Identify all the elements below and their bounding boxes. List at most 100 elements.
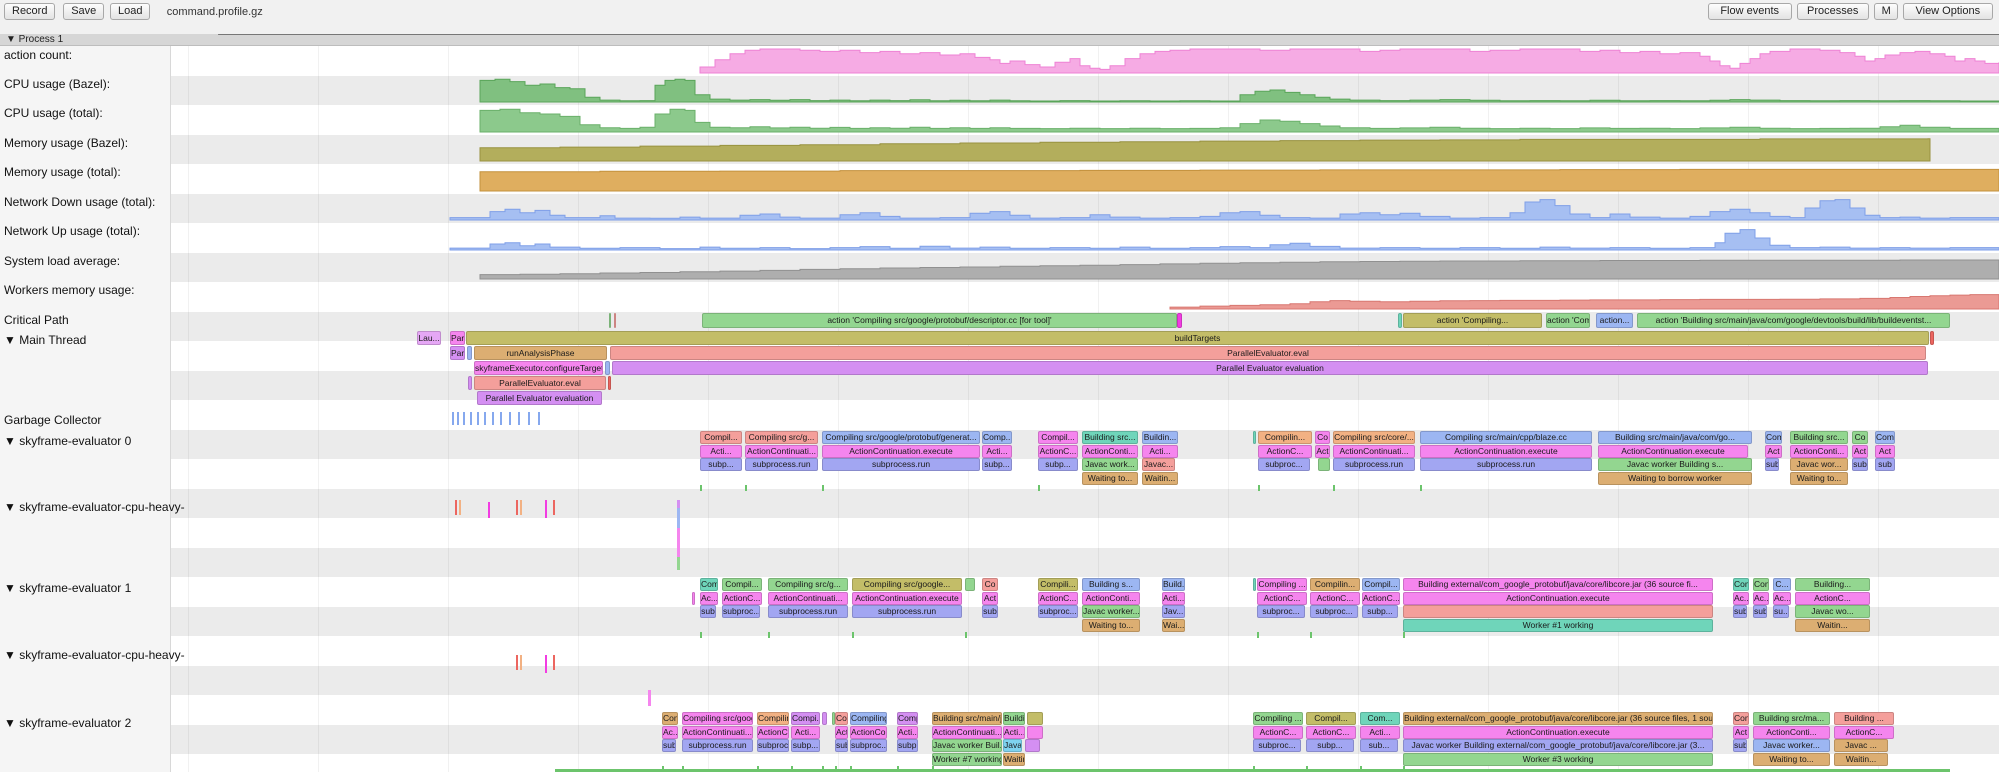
slice[interactable]: ActionContinuation.execute — [1403, 592, 1713, 605]
slice[interactable]: Compil... — [1306, 712, 1356, 725]
slice[interactable] — [1027, 712, 1043, 725]
event-mark[interactable] — [457, 412, 459, 425]
view-options-button[interactable]: View Options — [1903, 3, 1993, 20]
slice[interactable] — [1398, 313, 1402, 328]
load-button[interactable]: Load — [110, 3, 150, 20]
slice[interactable]: ActionC... — [1834, 726, 1894, 739]
slice[interactable]: sub — [1733, 605, 1747, 618]
counter-chart-sys_load[interactable] — [480, 260, 1999, 279]
event-mark[interactable] — [484, 412, 486, 425]
slice[interactable]: Com — [662, 712, 678, 725]
counter-charts[interactable] — [0, 46, 1999, 772]
slice[interactable]: Acti... — [1360, 726, 1400, 739]
counter-chart-action_count[interactable] — [700, 49, 1999, 73]
slice[interactable]: Javac worker Buil... — [932, 739, 1002, 752]
slice[interactable]: Compiling ... — [1253, 712, 1303, 725]
slice[interactable]: subprocess.run — [745, 458, 818, 471]
track-label[interactable]: ▼ skyframe-evaluator 1 — [4, 581, 131, 595]
slice[interactable]: ActionC... — [1795, 592, 1870, 605]
event-mark[interactable] — [520, 655, 522, 670]
slice[interactable]: Acti... — [1003, 726, 1025, 739]
slice[interactable]: Build... — [1162, 578, 1185, 591]
slice[interactable]: Javac worker... — [1082, 605, 1140, 618]
counter-chart-cpu_total[interactable] — [480, 109, 1999, 132]
slice[interactable]: Co — [982, 578, 998, 591]
counter-chart-net_down[interactable] — [450, 200, 1999, 220]
slice[interactable]: Compili... — [1038, 578, 1078, 591]
slice[interactable]: subprocess.run — [682, 739, 753, 752]
slice[interactable]: Parallel Evaluator evaluation — [612, 361, 1928, 375]
slice[interactable]: Waiting to... — [1082, 472, 1138, 485]
slice[interactable]: Waitin... — [1142, 472, 1178, 485]
slice[interactable]: Act — [1765, 445, 1782, 458]
slice[interactable]: Compiling ... — [850, 712, 887, 725]
m-button[interactable]: M — [1874, 3, 1898, 20]
slice[interactable]: Buildi... — [1003, 712, 1025, 725]
slice[interactable]: Ac... — [1733, 592, 1749, 605]
slice[interactable]: Com — [1753, 578, 1769, 591]
event-mark[interactable] — [528, 412, 530, 425]
slice[interactable]: Building s... — [1082, 578, 1140, 591]
slice[interactable]: Acti... — [700, 445, 742, 458]
slice[interactable]: Lau... — [417, 331, 441, 345]
event-mark[interactable] — [553, 500, 555, 515]
slice[interactable] — [1253, 578, 1256, 591]
slice[interactable]: Compil... — [1038, 431, 1078, 444]
slice[interactable]: Building src/ma... — [1753, 712, 1830, 725]
slice[interactable]: Building external/com_google_protobuf/ja… — [1403, 712, 1713, 725]
slice[interactable]: Comp... — [982, 431, 1012, 444]
slice[interactable]: ActionC... — [722, 592, 762, 605]
event-mark[interactable] — [516, 500, 518, 515]
slice[interactable]: sub — [835, 739, 848, 752]
slice[interactable]: Java... — [1003, 739, 1022, 752]
slice[interactable]: Ac... — [700, 592, 718, 605]
event-mark[interactable] — [553, 655, 555, 670]
slice[interactable]: Act — [1875, 445, 1895, 458]
slice[interactable]: Building external/com_google_protobuf/ja… — [1403, 578, 1713, 591]
event-mark[interactable] — [452, 412, 454, 425]
slice[interactable]: Acti... — [897, 726, 918, 739]
slice[interactable]: ActionConti... — [1082, 592, 1140, 605]
slice[interactable]: ActionContinuation.execute — [822, 445, 980, 458]
slice[interactable]: Javac ... — [1834, 739, 1888, 752]
slice[interactable] — [1403, 605, 1713, 618]
slice[interactable] — [692, 592, 695, 605]
track-label[interactable]: ▼ skyframe-evaluator 2 — [4, 716, 131, 730]
slice[interactable]: subproc... — [850, 739, 887, 752]
slice[interactable]: Parallel Evaluator evaluation — [477, 391, 602, 405]
slice[interactable]: ActionC... — [1253, 726, 1303, 739]
slice[interactable]: Com — [1765, 431, 1782, 444]
slice[interactable]: Act — [1852, 445, 1868, 458]
slice[interactable]: Compil... — [897, 712, 918, 725]
event-mark[interactable] — [538, 412, 540, 425]
slice[interactable]: subproc... — [1310, 605, 1358, 618]
slice[interactable]: subprocess.run — [852, 605, 962, 618]
track-label[interactable]: ▼ skyframe-evaluator 0 — [4, 434, 131, 448]
slice[interactable]: Building... — [1795, 578, 1870, 591]
event-mark[interactable] — [477, 412, 479, 425]
slice[interactable]: Waitin... — [1834, 753, 1888, 766]
processes-button[interactable]: Processes — [1797, 3, 1869, 20]
slice[interactable]: sub — [982, 605, 998, 618]
slice[interactable] — [822, 712, 827, 725]
slice[interactable]: subprocess.run — [1420, 458, 1592, 471]
slice[interactable]: Javac worker Building s... — [1598, 458, 1752, 471]
track-label[interactable]: ▼ skyframe-evaluator-cpu-heavy- — [4, 648, 185, 662]
slice[interactable]: sub — [1733, 739, 1747, 752]
slice[interactable]: ActionContinuati... — [1333, 445, 1415, 458]
slice[interactable]: Com — [1875, 431, 1895, 444]
slice[interactable]: subp... — [897, 739, 918, 752]
slice[interactable]: ActionC... — [1310, 592, 1360, 605]
slice[interactable]: Waiting to... — [1082, 619, 1140, 632]
slice[interactable]: ActionC... — [1306, 726, 1356, 739]
track-label[interactable]: ▼ Main Thread — [4, 333, 86, 347]
slice[interactable]: ParallelEvaluator.eval — [474, 376, 606, 390]
slice[interactable]: Compiling src/core/... — [1333, 431, 1415, 444]
slice[interactable]: ActionContinuation.execute — [852, 592, 962, 605]
slice[interactable]: Worker #7 working — [932, 753, 1002, 766]
slice[interactable]: Co — [1315, 431, 1330, 444]
slice[interactable]: Javac worker Building external/com_googl… — [1403, 739, 1713, 752]
event-mark[interactable] — [463, 412, 465, 425]
slice[interactable]: sub — [1753, 605, 1767, 618]
slice[interactable]: Com — [835, 712, 848, 725]
